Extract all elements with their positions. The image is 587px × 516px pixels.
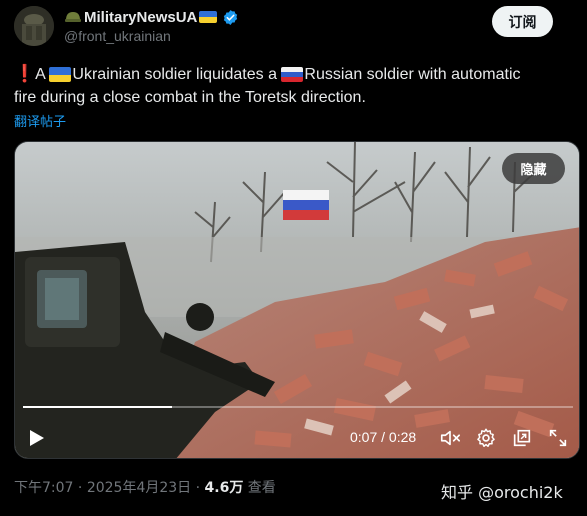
video-current-time: 0:07 [350, 429, 378, 445]
post-text-part-a: A [35, 66, 50, 83]
settings-gear-icon[interactable] [475, 427, 497, 449]
ukraine-flag-icon [49, 67, 72, 83]
post-text-line-1: ❗A Ukrainian soldier liquidates a Russia… [14, 62, 579, 86]
video-progress-bar[interactable] [23, 406, 573, 408]
post-metadata: 下午7:07 · 2025年4月23日 · 4.6万 查看 [14, 477, 276, 497]
post-text-part-b: Ukrainian soldier liquidates a [72, 66, 282, 83]
meta-separator: · [73, 480, 87, 496]
video-timecode: 0:07 / 0:28 [350, 429, 416, 445]
video-duration: 0:28 [388, 429, 417, 445]
ukraine-flag-icon [199, 11, 218, 23]
video-time-separator: / [377, 429, 389, 445]
russia-flag-icon [281, 67, 304, 83]
post-time[interactable]: 下午7:07 [14, 480, 73, 496]
subscribe-button[interactable]: 订阅 [492, 6, 553, 37]
post-date[interactable]: 2025年4月23日 [87, 480, 191, 496]
hide-media-button[interactable]: 隐藏 [502, 153, 565, 184]
author-avatar[interactable] [14, 6, 54, 46]
mute-icon[interactable] [439, 427, 461, 449]
post-text-line-2: fire during a close combat in the Torets… [14, 89, 366, 106]
translate-post-link[interactable]: 翻译帖子 [14, 111, 66, 130]
author-handle[interactable]: @front_ukrainian [64, 28, 171, 44]
author-name-row[interactable]: MilitaryNewsUA [64, 8, 239, 26]
meta-separator-2: · [191, 480, 205, 496]
fullscreen-icon[interactable] [547, 427, 569, 449]
tweet-post: MilitaryNewsUA @front_ukrainian 订阅 ❗A Uk… [0, 0, 587, 516]
picture-in-picture-icon[interactable] [511, 427, 533, 449]
exclamation-icon: ❗ [14, 64, 36, 83]
post-text-part-c: Russian soldier with automatic [304, 66, 521, 83]
play-icon[interactable] [29, 429, 45, 447]
russia-flag-in-video [283, 190, 329, 220]
view-label: 查看 [243, 480, 276, 496]
video-progress-fill [23, 406, 172, 408]
view-count: 4.6万 [204, 480, 244, 496]
military-helmet-icon [65, 12, 81, 22]
zhihu-watermark: 知乎 @orochi2k [441, 483, 563, 502]
author-name: MilitaryNewsUA [84, 8, 198, 26]
video-player[interactable]: 隐藏 0:07 / 0:28 [14, 141, 580, 459]
video-frame [15, 142, 579, 458]
verified-badge-icon [224, 9, 238, 25]
post-text: ❗A Ukrainian soldier liquidates a Russia… [14, 62, 579, 109]
